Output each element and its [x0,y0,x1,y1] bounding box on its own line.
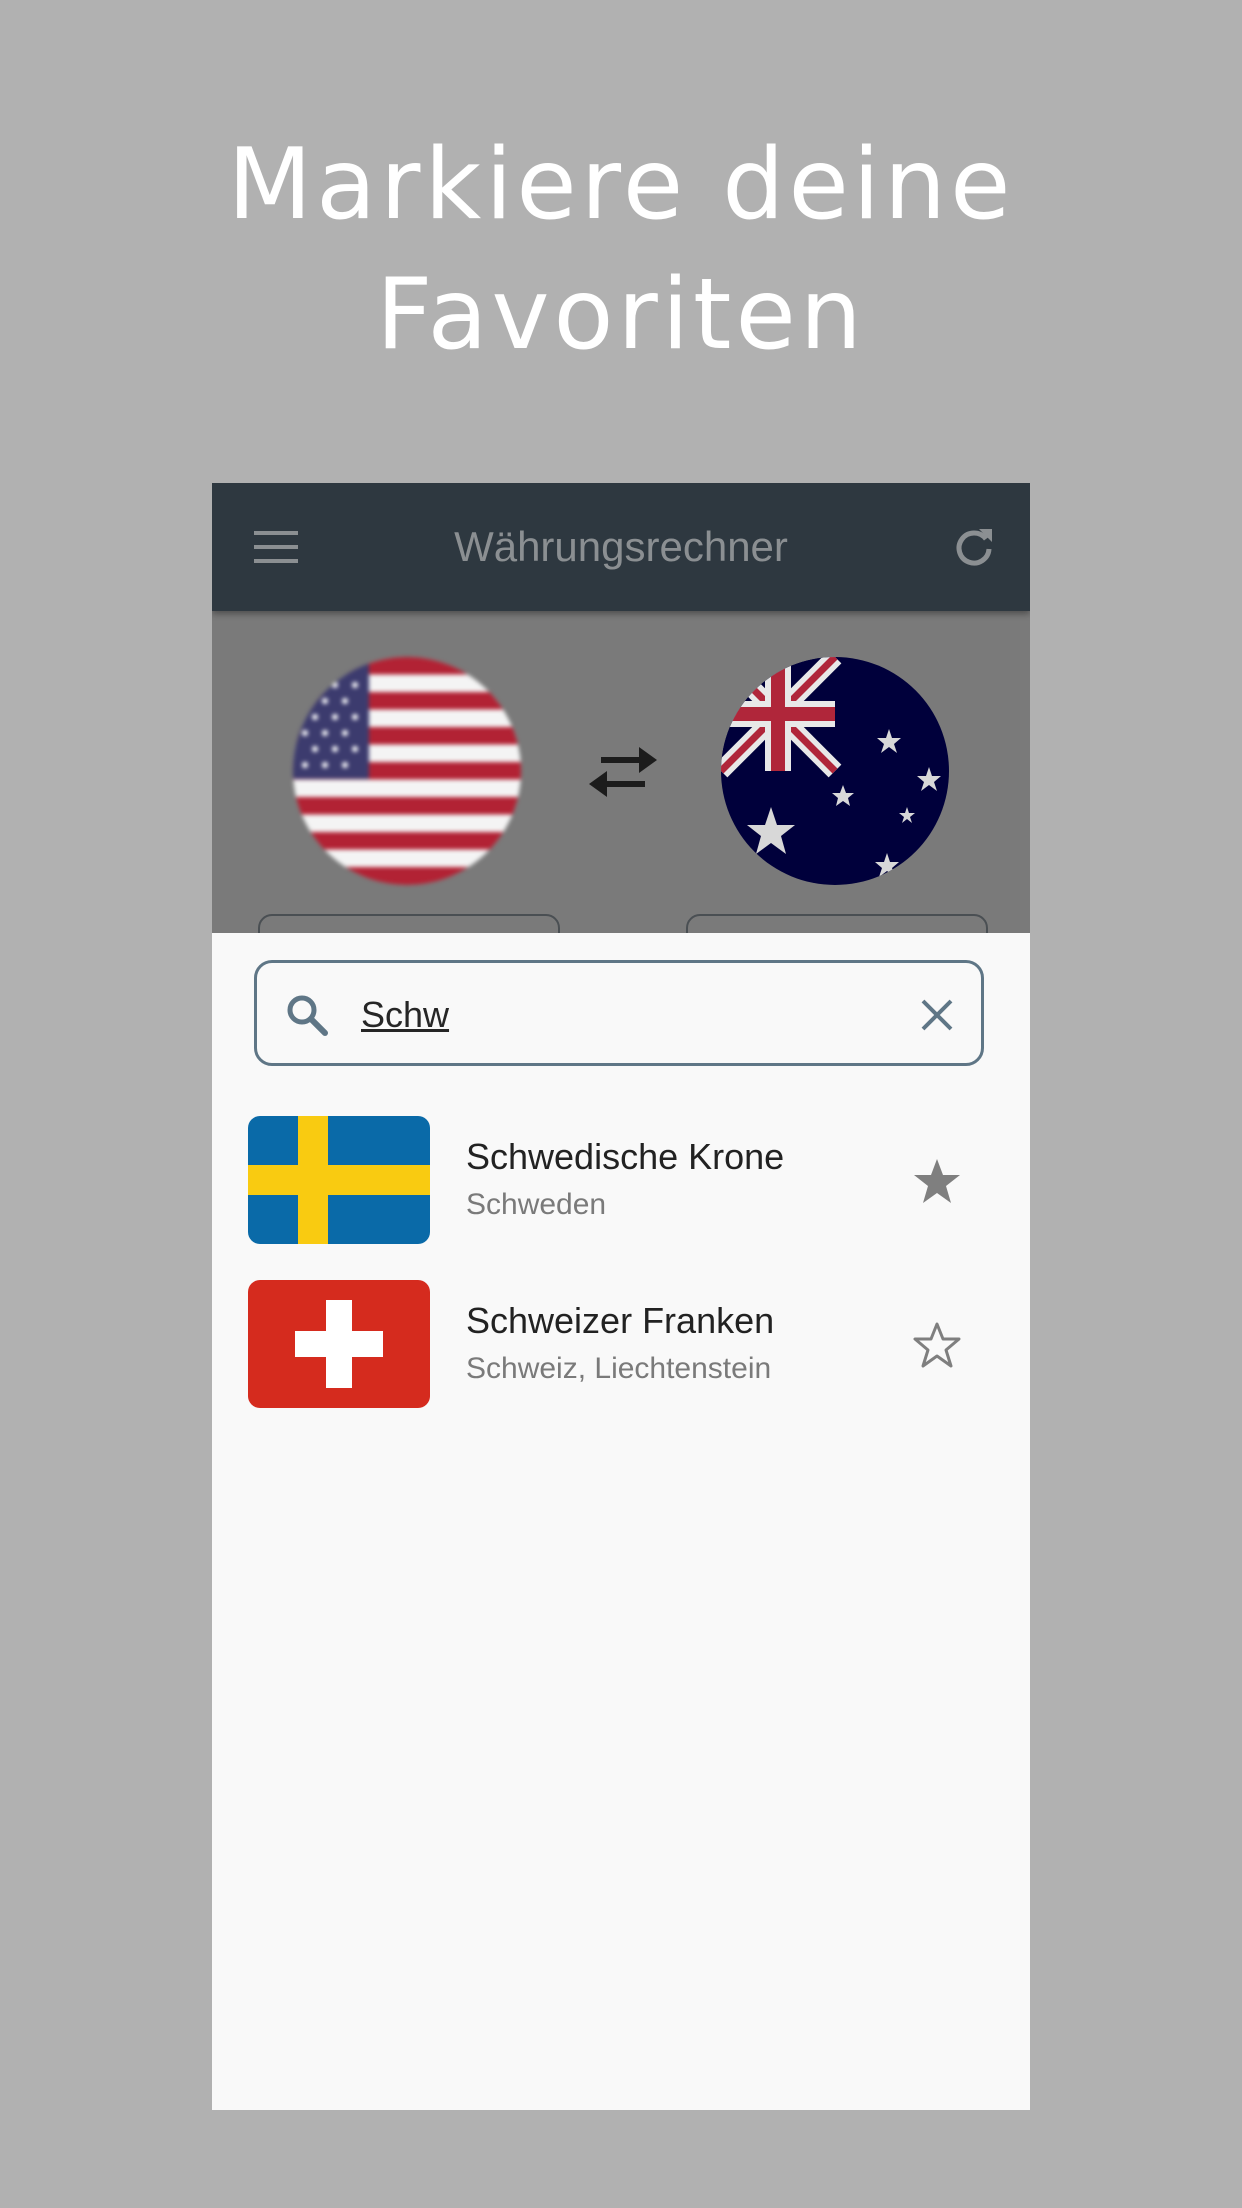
search-icon [287,995,328,1036]
currency-list-item[interactable]: Schwedische Krone Schweden [212,1116,1030,1244]
currency-name: Schweizer Franken [466,1300,775,1341]
app-bar: Währungsrechner [212,483,1030,611]
sweden-flag-icon [248,1116,430,1244]
search-input[interactable] [361,987,881,1043]
currency-list-item[interactable]: Schweizer Franken Schweiz, Liechtenstein [212,1280,1030,1408]
from-currency-flag[interactable] [293,657,521,885]
currency-name: Schwedische Krone [466,1136,785,1177]
swap-arrows-icon[interactable] [587,743,659,803]
promo-headline-line-1: Markiere deine [227,128,1015,242]
search-bar[interactable] [254,960,984,1066]
from-amount-field[interactable] [258,914,560,933]
refresh-icon[interactable] [952,525,996,569]
app-screen: Währungsrechner Schw Schwedische Krone S… [212,483,1030,2110]
switzerland-flag-icon [248,1280,430,1408]
us-flag-icon [293,657,521,885]
app-title: Währungsrechner [454,523,788,570]
close-icon[interactable] [919,997,955,1033]
currency-countries: Schweden [466,1188,607,1221]
promo-headline-line-2: Favoriten [376,258,866,372]
star-outline-icon[interactable] [912,1320,962,1370]
to-amount-field[interactable] [686,914,988,933]
currency-search-sheet: Schwedische Krone Schweden Schweizer Fra… [212,933,1030,2110]
currency-countries: Schweiz, Liechtenstein [466,1352,772,1385]
au-flag-icon [721,657,949,885]
to-currency-flag[interactable] [721,657,949,885]
promo-headline: Markiere deine Favoriten [0,120,1242,380]
converter-panel [212,611,1030,933]
star-filled-icon[interactable] [912,1156,962,1206]
